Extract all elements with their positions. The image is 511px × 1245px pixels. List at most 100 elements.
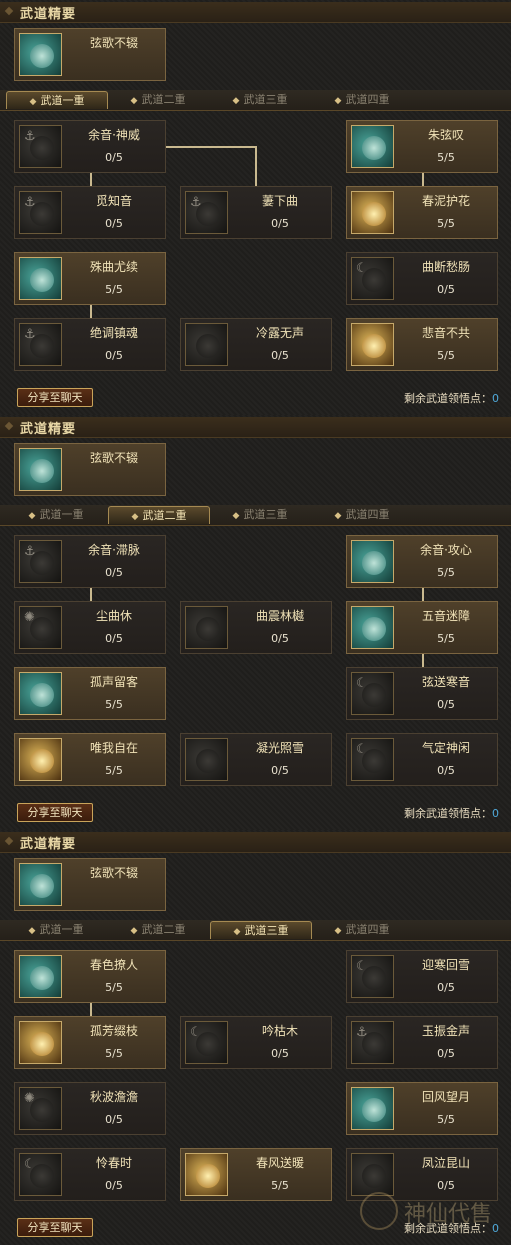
tab-tier-3[interactable]: ◆ 武道三重 [210,921,312,939]
tab-tier-4[interactable]: ◆ 武道四重 [312,91,412,108]
skill-node[interactable]: ☾ 迎寒回雪 0/5 [346,950,498,1003]
skill-name: 觅知音 [95,194,132,208]
diamond-icon: ◆ [232,96,240,106]
skill-node[interactable]: ⚓ 玉振金声 0/5 [346,1016,498,1069]
skill-node[interactable]: 朱弦叹 5/5 [346,120,498,173]
skill-name: 余音·神威 [88,128,140,142]
tab-tier-2[interactable]: ◆ 武道二重 [108,506,210,524]
skill-icon [185,738,228,781]
skill-points: 5/5 [437,217,455,230]
skill-node[interactable]: 余音·攻心 5/5 [346,535,498,588]
active-diamond-icon: ◆ [233,927,241,937]
skill-node[interactable]: ☾ 怜春时 0/5 [14,1148,166,1201]
skill-icon: ☾ [19,1153,62,1196]
skill-points: 5/5 [437,151,455,164]
skill-node[interactable]: ✺ 秋波澹澹 0/5 [14,1082,166,1135]
skill-name: 尘曲休 [95,609,132,623]
skill-node[interactable]: ⚓ 余音·滞脉 0/5 [14,535,166,588]
essence-skill[interactable]: 弦歌不辍 [14,443,166,496]
skill-points: 0/5 [105,1113,123,1126]
skill-icon [351,125,394,168]
tab-tier-1[interactable]: ◆ 武道一重 [6,921,106,938]
skill-name: 回风望月 [421,1090,470,1104]
skill-name: 怜春时 [95,1156,132,1170]
tab-tier-2[interactable]: ◆ 武道二重 [108,91,208,108]
skill-icon: ⚓ [19,191,62,234]
skill-connector [422,587,424,601]
essence-skill[interactable]: 弦歌不辍 [14,28,166,81]
skill-icon [19,672,62,715]
skill-name: 秋波澹澹 [89,1090,138,1104]
skill-points: 0/5 [437,764,455,777]
watermark-text: 神仙代售 [404,1202,493,1227]
skill-icon: ☾ [185,1021,228,1064]
share-to-chat-button[interactable]: 分享至聊天 [17,803,93,822]
skill-node[interactable]: ✺ 尘曲休 0/5 [14,601,166,654]
skill-icon [19,257,62,300]
share-to-chat-button[interactable]: 分享至聊天 [17,388,93,407]
skill-node[interactable]: ☾ 曲断愁肠 0/5 [346,252,498,305]
skill-icon [185,606,228,649]
skill-node[interactable]: 回风望月 5/5 [346,1082,498,1135]
skill-connector [255,146,257,186]
skill-node[interactable]: 春泥护花 5/5 [346,186,498,239]
skill-node[interactable]: ⚓ 萋下曲 0/5 [180,186,332,239]
diamond-icon: ◆ [232,511,240,521]
skill-node[interactable]: ☾ 气定神闲 0/5 [346,733,498,786]
skill-name: 迎寒回雪 [421,958,470,972]
skill-node[interactable]: 悲音不共 5/5 [346,318,498,371]
tier-tabs: ◆ 武道一重 ◆ 武道二重 ◆ 武道三重 ◆ 武道四重 [0,90,511,111]
skill-points: 5/5 [105,764,123,777]
skill-node[interactable]: 春色撩人 5/5 [14,950,166,1003]
skill-name: 弦歌不辍 [89,866,138,880]
tab-tier-3[interactable]: ◆ 武道三重 [210,506,310,523]
tab-tier-2[interactable]: ◆ 武道二重 [108,921,208,938]
skill-connector [90,1002,92,1016]
skill-node[interactable]: ☾ 弦送寒音 0/5 [346,667,498,720]
skill-name: 五音迷障 [421,609,470,623]
skill-node[interactable]: ☾ 吟枯木 0/5 [180,1016,332,1069]
skill-node[interactable]: 五音迷障 5/5 [346,601,498,654]
section-header: 武道精要 [0,832,511,853]
skill-node[interactable]: 曲震林樾 0/5 [180,601,332,654]
skill-node[interactable]: ⚓ 绝调镇魂 0/5 [14,318,166,371]
skill-connector [90,587,92,601]
skill-icon: ☾ [351,738,394,781]
tab-tier-1[interactable]: ◆ 武道一重 [6,91,108,109]
skill-name: 孤声留客 [89,675,138,689]
skill-node[interactable]: 凝光照雪 0/5 [180,733,332,786]
skill-points: 0/5 [271,217,289,230]
skill-name: 弦送寒音 [421,675,470,689]
skill-connector [422,653,424,667]
skill-icon: ☾ [351,955,394,998]
skill-node[interactable]: 春风送暖 5/5 [180,1148,332,1201]
skill-node[interactable]: ⚓ 觅知音 0/5 [14,186,166,239]
skill-icon: ✺ [19,1087,62,1130]
skill-points: 0/5 [437,698,455,711]
skill-icon: ⚓ [19,125,62,168]
skill-node[interactable]: 孤芳缀枝 5/5 [14,1016,166,1069]
tab-tier-4[interactable]: ◆ 武道四重 [312,506,412,523]
tab-tier-4[interactable]: ◆ 武道四重 [312,921,412,938]
skill-node[interactable]: 殊曲尤续 5/5 [14,252,166,305]
share-to-chat-button[interactable]: 分享至聊天 [17,1218,93,1237]
skill-node[interactable]: ⚓ 余音·神威 0/5 [14,120,166,173]
remaining-points: 剩余武道领悟点：0 [404,390,499,406]
diamond-icon: ◆ [130,96,138,106]
skill-name: 殊曲尤续 [89,260,138,274]
watermark-logo: 神仙代售 [360,1190,510,1238]
remaining-points-label: 剩余武道领悟点： [404,807,492,820]
seal-icon [360,1192,398,1230]
skill-node[interactable]: 冷露无声 0/5 [180,318,332,371]
tab-tier-1[interactable]: ◆ 武道一重 [6,506,106,523]
skill-points: 0/5 [271,1047,289,1060]
essence-skill[interactable]: 弦歌不辍 [14,858,166,911]
skill-points: 5/5 [437,349,455,362]
skill-node[interactable]: 唯我自在 5/5 [14,733,166,786]
tier-tabs: ◆ 武道一重 ◆ 武道二重 ◆ 武道三重 ◆ 武道四重 [0,505,511,526]
tab-tier-3[interactable]: ◆ 武道三重 [210,91,310,108]
skill-points: 5/5 [105,1047,123,1060]
header-diamond-icon [4,421,14,431]
skill-node[interactable]: 孤声留客 5/5 [14,667,166,720]
skill-connector [166,146,256,148]
